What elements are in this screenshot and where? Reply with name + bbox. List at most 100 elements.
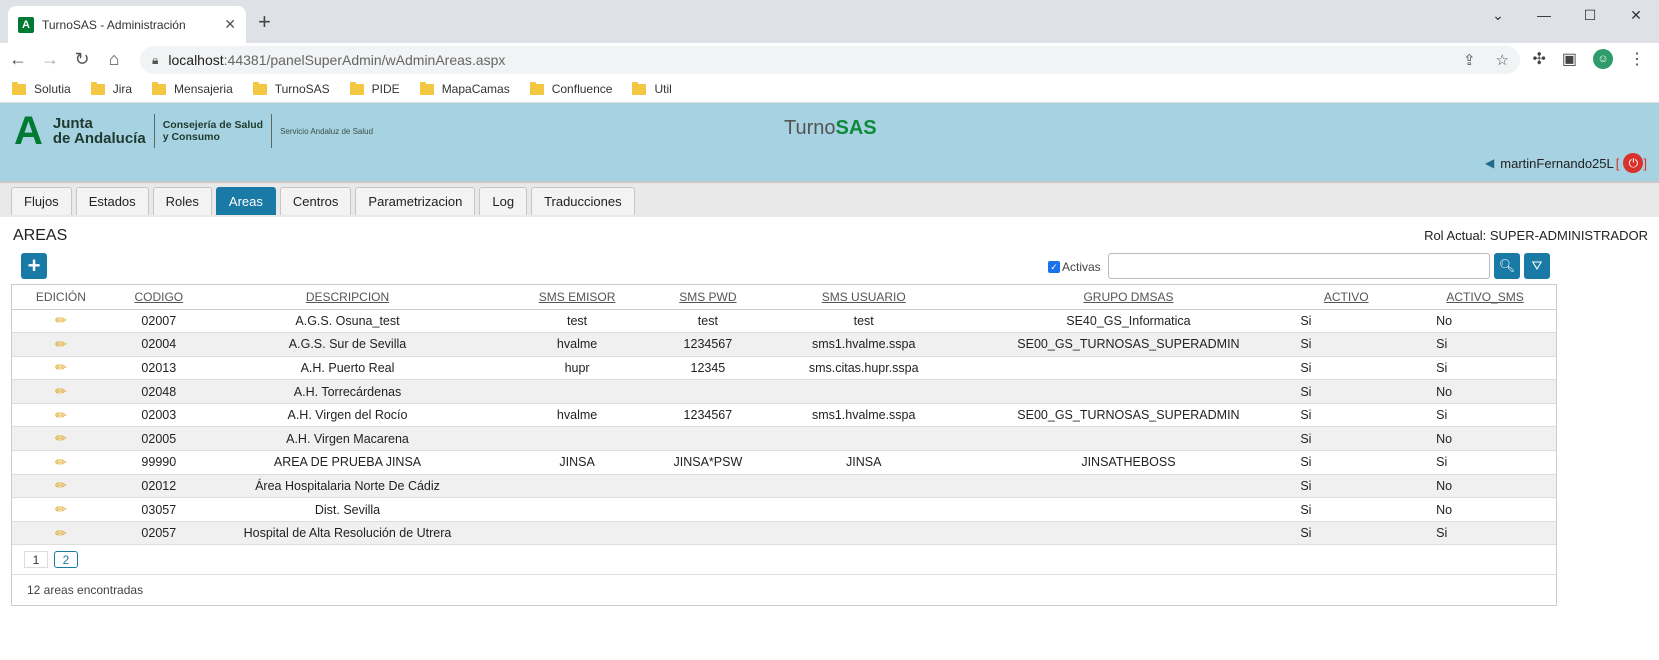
chevron-down-icon[interactable]: ⌄ — [1475, 0, 1521, 30]
bookmark-item[interactable]: Confluence — [529, 81, 613, 96]
consejeria-line2: y Consumo — [162, 131, 220, 143]
url-input[interactable]: 🔒︎ localhost:44381/panelSuperAdmin/wAdmi… — [140, 46, 1520, 74]
browser-tabstrip: A TurnoSAS - Administración ✕ + ⌄ — ☐ ✕ — [0, 0, 1659, 43]
tab-log[interactable]: Log — [479, 187, 528, 215]
pencil-icon[interactable]: ✏ — [55, 407, 67, 423]
column-header[interactable]: ACTIVO — [1278, 285, 1415, 310]
pencil-icon[interactable]: ✏ — [55, 359, 67, 375]
table-cell: SE40_GS_Informatica — [978, 309, 1279, 334]
page-button[interactable]: 2 — [54, 551, 78, 569]
back-icon[interactable]: ← — [2, 49, 34, 70]
bracket-close: ] — [1643, 155, 1647, 171]
share-icon[interactable]: ⇪ — [1463, 51, 1476, 69]
table-row: ✏ 02013 A.H. Puerto Real hupr 12345 sms.citas… — [12, 356, 1556, 381]
tab-areas[interactable]: Areas — [215, 187, 276, 215]
table-cell — [666, 379, 749, 404]
pencil-icon[interactable]: ✏ — [55, 525, 67, 541]
brand-prefix: Turno — [784, 117, 836, 139]
table-cell: hupr — [487, 356, 667, 381]
maximize-icon[interactable]: ☐ — [1567, 0, 1613, 30]
activas-checkbox[interactable]: ✓ — [1048, 261, 1060, 273]
search-input[interactable] — [1108, 253, 1490, 279]
pencil-icon[interactable]: ✏ — [55, 477, 67, 493]
table-cell: sms1.hvalme.sspa — [748, 403, 979, 428]
edit-cell: ✏ — [12, 426, 110, 452]
table-cell: SE00_GS_TURNOSAS_SUPERADMIN — [978, 403, 1279, 428]
folder-icon — [90, 81, 105, 95]
extensions-icon[interactable]: ✣ — [1532, 49, 1545, 69]
page-button[interactable]: 1 — [24, 551, 48, 569]
filter-icon: ⛛ — [1531, 258, 1543, 273]
bookmark-item[interactable]: Util — [632, 81, 672, 96]
column-header[interactable]: GRUPO DMSAS — [978, 285, 1279, 310]
bookmark-item[interactable]: Mensajeria — [152, 81, 233, 96]
close-window-icon[interactable]: ✕ — [1613, 0, 1659, 30]
table-cell: JINSATHEBOSS — [978, 450, 1279, 475]
tab-centros[interactable]: Centros — [279, 187, 352, 215]
table-cell: Si — [1414, 450, 1556, 475]
table-cell: 12345 — [666, 356, 749, 381]
profile-avatar[interactable]: ☺ — [1593, 49, 1613, 69]
sidebar-icon[interactable]: ▣ — [1562, 49, 1577, 69]
pencil-icon[interactable]: ✏ — [55, 501, 67, 517]
edit-cell: ✏ — [12, 450, 110, 475]
pencil-icon[interactable]: ✏ — [55, 336, 67, 352]
username: martinFernando25L — [1500, 155, 1614, 171]
column-header[interactable]: CODIGO — [109, 285, 208, 310]
new-tab-button[interactable]: + — [258, 11, 271, 33]
table-row: ✏ 02048 A.H. Torrecárdenas Si No — [12, 379, 1556, 404]
close-tab-icon[interactable]: ✕ — [224, 16, 236, 33]
brand-suffix: SAS — [835, 117, 877, 139]
table-cell: No — [1414, 379, 1556, 404]
table-cell — [978, 521, 1279, 546]
url-host: localhost — [168, 52, 224, 68]
clear-filter-button[interactable]: ⛛ — [1524, 253, 1550, 279]
reload-icon[interactable]: ↻ — [66, 49, 98, 70]
bookmark-item[interactable]: MapaCamas — [419, 81, 510, 96]
table-cell — [748, 379, 979, 404]
table-cell: No — [1414, 497, 1556, 522]
folder-icon — [349, 81, 364, 95]
add-area-button[interactable]: + — [21, 253, 47, 279]
column-header[interactable]: SMS PWD — [666, 285, 749, 310]
bookmark-item[interactable]: PIDE — [349, 81, 400, 96]
column-header[interactable]: SMS EMISOR — [487, 285, 667, 310]
table-cell — [748, 426, 979, 452]
edit-cell: ✏ — [12, 379, 110, 404]
bookmark-label: Mensajeria — [174, 82, 233, 96]
column-header[interactable]: SMS USUARIO — [748, 285, 979, 310]
user-box: ◀ martinFernando25L [ ⏻ ] — [1485, 153, 1647, 173]
bookmark-item[interactable]: Jira — [90, 81, 132, 96]
menu-kebab-icon[interactable]: ⋮ — [1629, 49, 1645, 69]
table-cell: A.H. Virgen del Rocío — [207, 403, 488, 428]
power-icon[interactable]: ⏻ — [1623, 153, 1644, 173]
star-icon[interactable]: ☆ — [1496, 51, 1509, 69]
table-cell — [978, 474, 1279, 499]
table-cell — [748, 497, 979, 522]
tab-estados[interactable]: Estados — [75, 187, 149, 215]
tab-traducciones[interactable]: Traducciones — [531, 187, 635, 215]
minimize-icon[interactable]: — — [1521, 0, 1567, 30]
tab-roles[interactable]: Roles — [152, 187, 212, 215]
pencil-icon[interactable]: ✏ — [55, 430, 67, 446]
tab-parametrizacion[interactable]: Parametrizacion — [355, 187, 476, 215]
table-cell — [748, 521, 979, 546]
folder-icon — [529, 81, 544, 95]
pencil-icon[interactable]: ✏ — [55, 454, 67, 470]
bookmark-item[interactable]: Solutia — [12, 81, 71, 96]
column-header[interactable]: ACTIVO_SMS — [1414, 285, 1556, 310]
browser-tab[interactable]: A TurnoSAS - Administración ✕ — [8, 6, 246, 43]
table-cell — [978, 356, 1279, 381]
bookmark-item[interactable]: TurnoSAS — [252, 81, 330, 96]
search-button[interactable]: 🔍︎ — [1494, 253, 1520, 279]
user-icon: ◀ — [1485, 156, 1495, 170]
home-icon[interactable]: ⌂ — [98, 49, 130, 70]
table-cell: sms.citas.hupr.sspa — [748, 356, 979, 381]
column-header[interactable]: DESCRIPCION — [207, 285, 488, 310]
forward-icon[interactable]: → — [34, 49, 66, 70]
activas-filter[interactable]: ✓ Activas — [1048, 260, 1101, 274]
bookmark-label: Confluence — [551, 82, 613, 96]
pencil-icon[interactable]: ✏ — [55, 383, 67, 399]
tab-flujos[interactable]: Flujos — [11, 187, 72, 215]
pencil-icon[interactable]: ✏ — [55, 312, 67, 328]
